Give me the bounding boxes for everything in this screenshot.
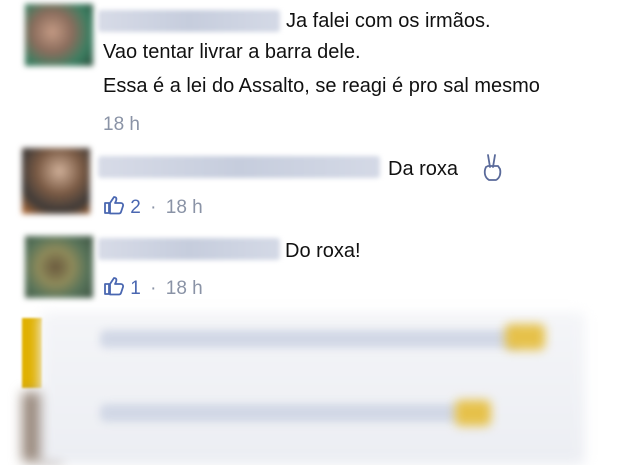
like-count[interactable]: 1 — [130, 278, 141, 299]
author-name[interactable] — [98, 238, 280, 260]
avatar[interactable] — [22, 318, 42, 388]
avatar[interactable] — [25, 236, 93, 298]
comment-text: Da roxa — [388, 158, 459, 180]
avatar[interactable] — [25, 4, 93, 66]
meta-row: 1 · 18 h — [103, 276, 203, 300]
comment-line: Essa é a lei do Assalto, se reagi é pro … — [103, 75, 540, 97]
comment-line: Ja falei com os irmãos. — [286, 10, 491, 32]
blurred-content — [100, 330, 520, 348]
like-thumb-icon[interactable] — [103, 195, 125, 215]
comment-text: Do roxa! — [285, 240, 361, 262]
comment-2: Da roxa 2 · 18 h — [0, 140, 620, 230]
blurred-content — [505, 324, 545, 350]
timestamp[interactable]: 18 h — [103, 114, 140, 136]
comment-3: Do roxa! 1 · 18 h — [0, 230, 620, 310]
peace-hand-icon — [483, 154, 502, 181]
comment-1: Ja falei com os irmãos. Vao tentar livra… — [0, 0, 620, 140]
avatar[interactable] — [22, 148, 90, 214]
separator: · — [150, 197, 157, 218]
meta-row: 2 · 18 h — [103, 195, 203, 219]
author-name[interactable] — [98, 10, 280, 32]
timestamp[interactable]: 18 h — [166, 197, 203, 218]
blurred-comments — [0, 312, 620, 465]
like-thumb-icon[interactable] — [103, 276, 125, 296]
like-count[interactable]: 2 — [130, 197, 141, 218]
blurred-content — [100, 404, 460, 422]
separator: · — [150, 278, 157, 299]
comment-line: Vao tentar livrar a barra dele. — [103, 41, 361, 63]
timestamp[interactable]: 18 h — [166, 278, 203, 299]
author-name[interactable] — [98, 156, 380, 178]
blurred-content — [455, 400, 491, 426]
